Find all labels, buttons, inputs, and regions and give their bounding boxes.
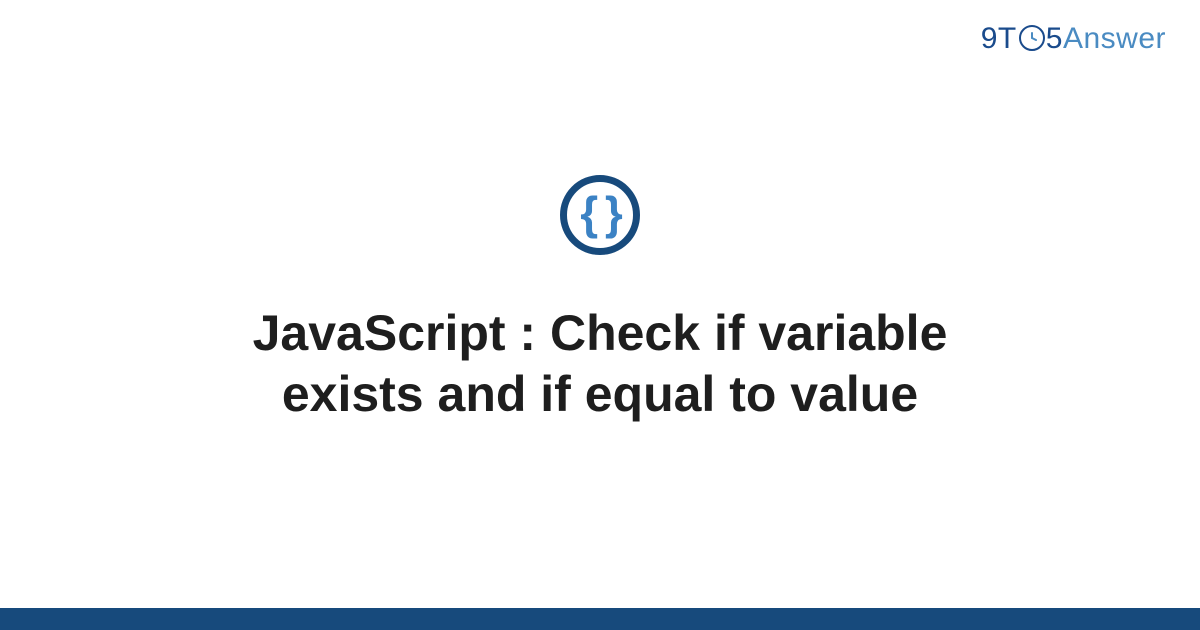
code-braces-icon: { } (560, 175, 640, 255)
braces-glyph: { } (580, 190, 620, 236)
main-content: { } JavaScript : Check if variable exist… (0, 0, 1200, 630)
footer-accent-bar (0, 608, 1200, 630)
page-title: JavaScript : Check if variable exists an… (253, 303, 948, 425)
title-line-2: exists and if equal to value (282, 366, 918, 422)
title-line-1: JavaScript : Check if variable (253, 305, 948, 361)
